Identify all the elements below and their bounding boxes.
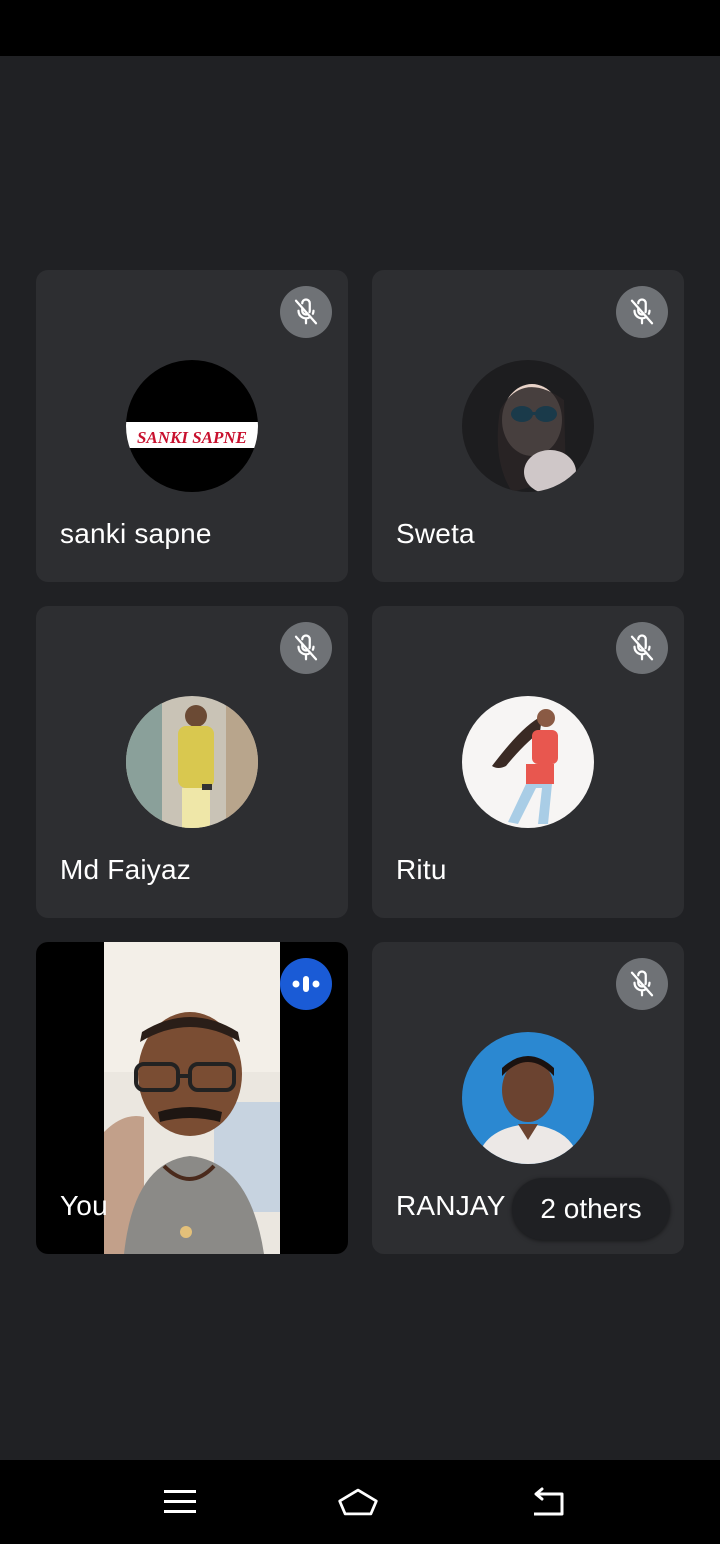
participant-name: sanki sapne	[60, 518, 212, 549]
back-icon[interactable]	[526, 1482, 570, 1522]
participant-tile-ranjay[interactable]: RANJAY 2 others	[372, 942, 684, 1254]
participant-name: Md Faiyaz	[60, 854, 191, 885]
participant-tile-ritu[interactable]: Ritu	[372, 606, 684, 918]
others-button[interactable]: 2 others	[512, 1178, 670, 1240]
self-video-feed	[104, 942, 280, 1254]
participant-name: You	[60, 1190, 108, 1221]
svg-text:SANKI SAPNE: SANKI SAPNE	[137, 428, 247, 447]
participant-tile-sweta[interactable]: Sweta	[372, 270, 684, 582]
participant-tile-self[interactable]: You	[36, 942, 348, 1254]
menu-icon[interactable]	[158, 1482, 202, 1522]
mic-off-icon	[616, 622, 668, 674]
participant-name: Sweta	[396, 518, 475, 549]
participant-name: Ritu	[396, 854, 447, 885]
mic-off-icon	[280, 286, 332, 338]
avatar: SANKI SAPNE	[126, 360, 258, 492]
participant-name: RANJAY	[396, 1190, 506, 1221]
avatar	[126, 696, 258, 828]
participant-tile-sanki-sapne[interactable]: SANKI SAPNE sanki sapne	[36, 270, 348, 582]
participant-tile-md-faiyaz[interactable]: Md Faiyaz	[36, 606, 348, 918]
mic-off-icon	[616, 958, 668, 1010]
avatar	[462, 1032, 594, 1164]
mic-off-icon	[280, 622, 332, 674]
system-nav-bar	[0, 1460, 720, 1544]
status-bar	[0, 0, 720, 56]
speaking-indicator-icon	[280, 958, 332, 1010]
avatar	[462, 360, 594, 492]
mic-off-icon	[616, 286, 668, 338]
home-icon[interactable]	[336, 1482, 380, 1522]
avatar	[462, 696, 594, 828]
